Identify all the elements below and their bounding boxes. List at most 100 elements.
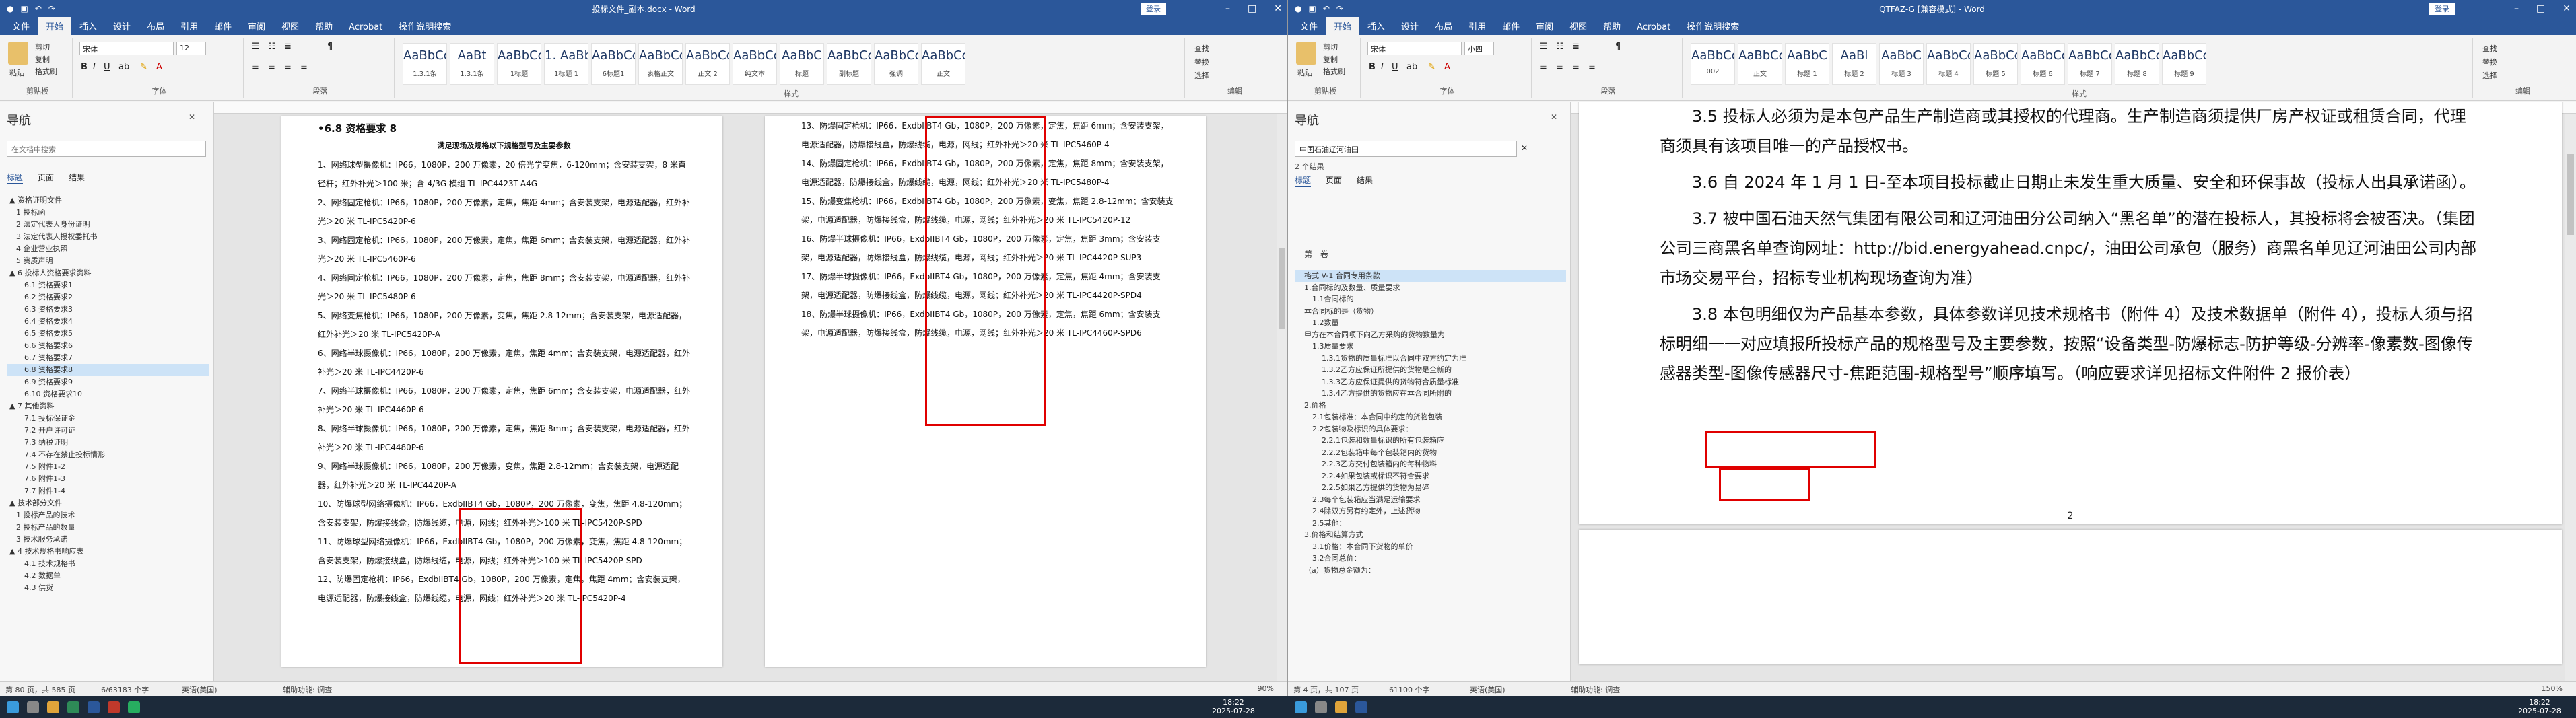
align-center-icon[interactable]: ≡: [268, 62, 275, 72]
nav-tab-results[interactable]: 结果: [69, 172, 85, 184]
sign-in-button[interactable]: 登录: [1141, 3, 1166, 15]
style-tile[interactable]: AaBbCcDd 标题 6: [2021, 43, 2065, 85]
nav-heading-item[interactable]: 6.1 资格要求1: [7, 279, 209, 291]
style-tile[interactable]: AaBbCc 强调: [874, 43, 918, 85]
style-tile[interactable]: AaBbCcC 6标题1: [591, 43, 636, 85]
nav-heading-item[interactable]: 7.3 纳税证明: [7, 437, 209, 449]
close-icon[interactable]: ✕: [2563, 0, 2571, 17]
nav-heading-item[interactable]: 2.2.1包装和数量标识的所有包装箱应: [1295, 435, 1566, 447]
justify-icon[interactable]: ≡: [300, 62, 308, 72]
redo-icon[interactable]: ↷: [48, 4, 55, 13]
tab-insert[interactable]: 插入: [1359, 17, 1393, 35]
wechat-icon[interactable]: [128, 701, 140, 713]
select-button[interactable]: 选择: [2482, 70, 2497, 81]
language-indicator[interactable]: 英语(美国): [1470, 684, 1505, 695]
nav-heading-item[interactable]: 1.3.2乙方应保证所提供的货物是全新的: [1295, 364, 1566, 376]
nav-heading-item[interactable]: ▲ 4 技术规格书响应表: [7, 546, 209, 558]
highlight-icon[interactable]: ✎: [1428, 62, 1435, 72]
file-explorer-icon[interactable]: [47, 701, 59, 713]
multilevel-icon[interactable]: ≣: [284, 42, 292, 52]
nav-heading-item[interactable]: 2.2.2包装箱中每个包装箱内的货物: [1295, 447, 1566, 459]
word-count[interactable]: 61100 个字: [1389, 684, 1430, 695]
nav-heading-item[interactable]: 4 企业营业执照: [7, 243, 209, 255]
browser-icon[interactable]: [67, 701, 79, 713]
nav-search-input[interactable]: 中国石油辽河油田: [1295, 141, 1517, 157]
tab-references[interactable]: 引用: [1460, 17, 1494, 35]
nav-heading-item[interactable]: 6.4 资格要求4: [7, 316, 209, 328]
nav-heading-item[interactable]: ▲ 技术部分文件: [7, 497, 209, 509]
nav-tab-pages[interactable]: 页面: [1326, 174, 1342, 187]
tab-home[interactable]: 开始: [38, 17, 72, 35]
find-button[interactable]: 查找: [2482, 43, 2497, 54]
tab-help[interactable]: 帮助: [1595, 17, 1629, 35]
font-name-box[interactable]: 宋体: [1367, 42, 1462, 55]
tab-references[interactable]: 引用: [172, 17, 206, 35]
file-explorer-icon[interactable]: [1335, 701, 1347, 713]
paste-icon[interactable]: [1296, 42, 1316, 65]
nav-heading-item[interactable]: 2 投标产品的数量: [7, 522, 209, 534]
undo-icon[interactable]: ↶: [35, 4, 42, 13]
nav-heading-item[interactable]: 1.3.1货物的质量标准以合同中双方约定为准: [1295, 353, 1566, 365]
replace-button[interactable]: 替换: [1194, 57, 1209, 67]
undo-icon[interactable]: ↶: [1323, 4, 1330, 13]
tab-layout[interactable]: 布局: [139, 17, 172, 35]
style-tile[interactable]: AaBbCcD 表格正文: [638, 43, 683, 85]
nav-heading-item[interactable]: 6.3 资格要求3: [7, 303, 209, 316]
style-tile[interactable]: AaBbCcD 标题 5: [1973, 43, 2018, 85]
nav-heading-item[interactable]: 2.2.4如果包装或标识不符合要求: [1295, 470, 1566, 482]
tab-acrobat[interactable]: Acrobat: [1629, 20, 1679, 35]
nav-heading-item[interactable]: 4.3 供货: [7, 582, 209, 594]
document-page[interactable]: 13、防爆固定枪机：IP66，ExdbIIBT4 Gb，1080P，200 万像…: [765, 116, 1206, 667]
nav-search-input[interactable]: 在文档中搜索: [7, 141, 206, 157]
word-icon[interactable]: [1355, 701, 1367, 713]
tab-review[interactable]: 审阅: [1528, 17, 1561, 35]
font-color-icon[interactable]: A: [156, 62, 162, 72]
scroll-thumb[interactable]: [2567, 154, 2574, 235]
nav-heading-item[interactable]: 6.6 资格要求6: [7, 340, 209, 352]
copy-button[interactable]: 复制: [35, 54, 50, 65]
nav-section-heading[interactable]: 第一卷: [1304, 248, 1328, 260]
paste-icon[interactable]: [8, 42, 28, 65]
format-painter-button[interactable]: 格式刷: [35, 66, 57, 77]
word-count[interactable]: 6/63183 个字: [101, 684, 149, 695]
tab-mailings[interactable]: 邮件: [1494, 17, 1528, 35]
language-indicator[interactable]: 英语(美国): [182, 684, 217, 695]
tab-layout[interactable]: 布局: [1427, 17, 1460, 35]
nav-tab-headings[interactable]: 标题: [7, 172, 24, 184]
bold-button[interactable]: B: [81, 62, 88, 72]
nav-heading-item[interactable]: 1.3质量要求: [1295, 340, 1566, 353]
maximize-icon[interactable]: □: [2536, 0, 2545, 17]
tab-view[interactable]: 视图: [273, 17, 307, 35]
nav-heading-item[interactable]: 3 法定代表人授权委托书: [7, 231, 209, 243]
bullets-icon[interactable]: ☰: [1540, 42, 1548, 52]
nav-heading-item[interactable]: 6.7 资格要求7: [7, 352, 209, 364]
clock[interactable]: 18:22 2025-07-28: [1212, 698, 1255, 715]
close-icon[interactable]: ✕: [1274, 0, 1282, 17]
strikethrough-button[interactable]: ab: [118, 62, 129, 72]
style-tile[interactable]: AaBbCcD 正文: [921, 43, 965, 85]
nav-heading-item[interactable]: ▲ 7 其他资料: [7, 400, 209, 412]
nav-heading-item[interactable]: 2.2包装物及标识的具体要求：: [1295, 423, 1566, 435]
font-color-icon[interactable]: A: [1444, 62, 1450, 72]
style-tile[interactable]: AaBbC 标题: [780, 43, 824, 85]
nav-heading-item[interactable]: 2.5其他：: [1295, 517, 1566, 530]
nav-heading-item[interactable]: 甲方在本合同项下向乙方采购的货物数量为: [1295, 329, 1566, 341]
nav-tab-results[interactable]: 结果: [1357, 174, 1373, 187]
nav-tab-headings[interactable]: 标题: [1295, 174, 1312, 187]
nav-heading-item[interactable]: 2.2.5如果乙方提供的货物为易碎: [1295, 482, 1566, 494]
tab-file[interactable]: 文件: [1292, 17, 1326, 35]
close-icon[interactable]: ✕: [189, 112, 195, 122]
nav-heading-item[interactable]: 7.1 投标保证金: [7, 412, 209, 425]
tab-design[interactable]: 设计: [1393, 17, 1427, 35]
strikethrough-button[interactable]: ab: [1406, 62, 1417, 72]
style-tile[interactable]: AaBbCcDd 标题 9: [2162, 43, 2206, 85]
tab-design[interactable]: 设计: [105, 17, 139, 35]
clock[interactable]: 18:22 2025-07-28: [2518, 698, 2561, 715]
copy-button[interactable]: 复制: [1323, 54, 1338, 65]
accessibility-status[interactable]: 辅助功能: 调查: [283, 684, 332, 695]
underline-button[interactable]: U: [1392, 62, 1398, 72]
bold-button[interactable]: B: [1369, 62, 1376, 72]
sign-in-button[interactable]: 登录: [2429, 3, 2455, 15]
style-tile[interactable]: AaBbCcDd 标题 7: [2068, 43, 2112, 85]
style-tile[interactable]: AaBbC 标题 3: [1879, 43, 1924, 85]
